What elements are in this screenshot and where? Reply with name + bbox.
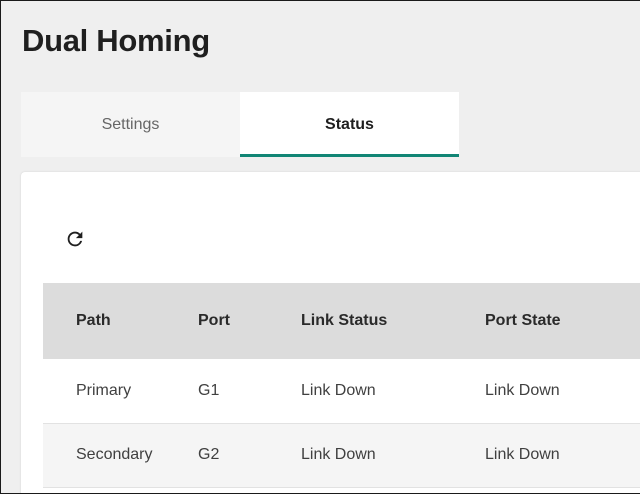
cell-path: Primary — [76, 381, 132, 399]
page-title: Dual Homing — [22, 23, 210, 58]
table-header-row: Path Port Link Status Port State — [43, 283, 640, 359]
table-row[interactable]: Primary G1 Link Down Link Down — [43, 359, 640, 423]
cell-port-state: Link Down — [485, 446, 560, 463]
refresh-icon — [67, 231, 83, 247]
cell-port: G2 — [198, 446, 220, 463]
column-header-port[interactable]: Port — [198, 283, 301, 359]
column-header-port-state[interactable]: Port State — [485, 283, 640, 359]
cell-port: G1 — [198, 381, 220, 399]
cell-link-status: Link Down — [301, 446, 376, 463]
status-table: Path Port Link Status Port State Primary… — [43, 283, 640, 488]
tab-bar: Settings Status — [21, 92, 459, 157]
cell-path: Secondary — [76, 446, 153, 463]
cell-port-state: Link Down — [485, 381, 560, 399]
cell-link-status: Link Down — [301, 381, 376, 399]
table-row[interactable]: Secondary G2 Link Down Link Down — [43, 423, 640, 487]
refresh-button[interactable] — [60, 224, 90, 254]
column-header-path[interactable]: Path — [43, 283, 198, 359]
tab-settings[interactable]: Settings — [21, 92, 240, 157]
column-header-link-status[interactable]: Link Status — [301, 283, 485, 359]
tab-status[interactable]: Status — [240, 92, 459, 157]
app-frame: Dual Homing Settings Status Path Port Li… — [0, 0, 640, 494]
